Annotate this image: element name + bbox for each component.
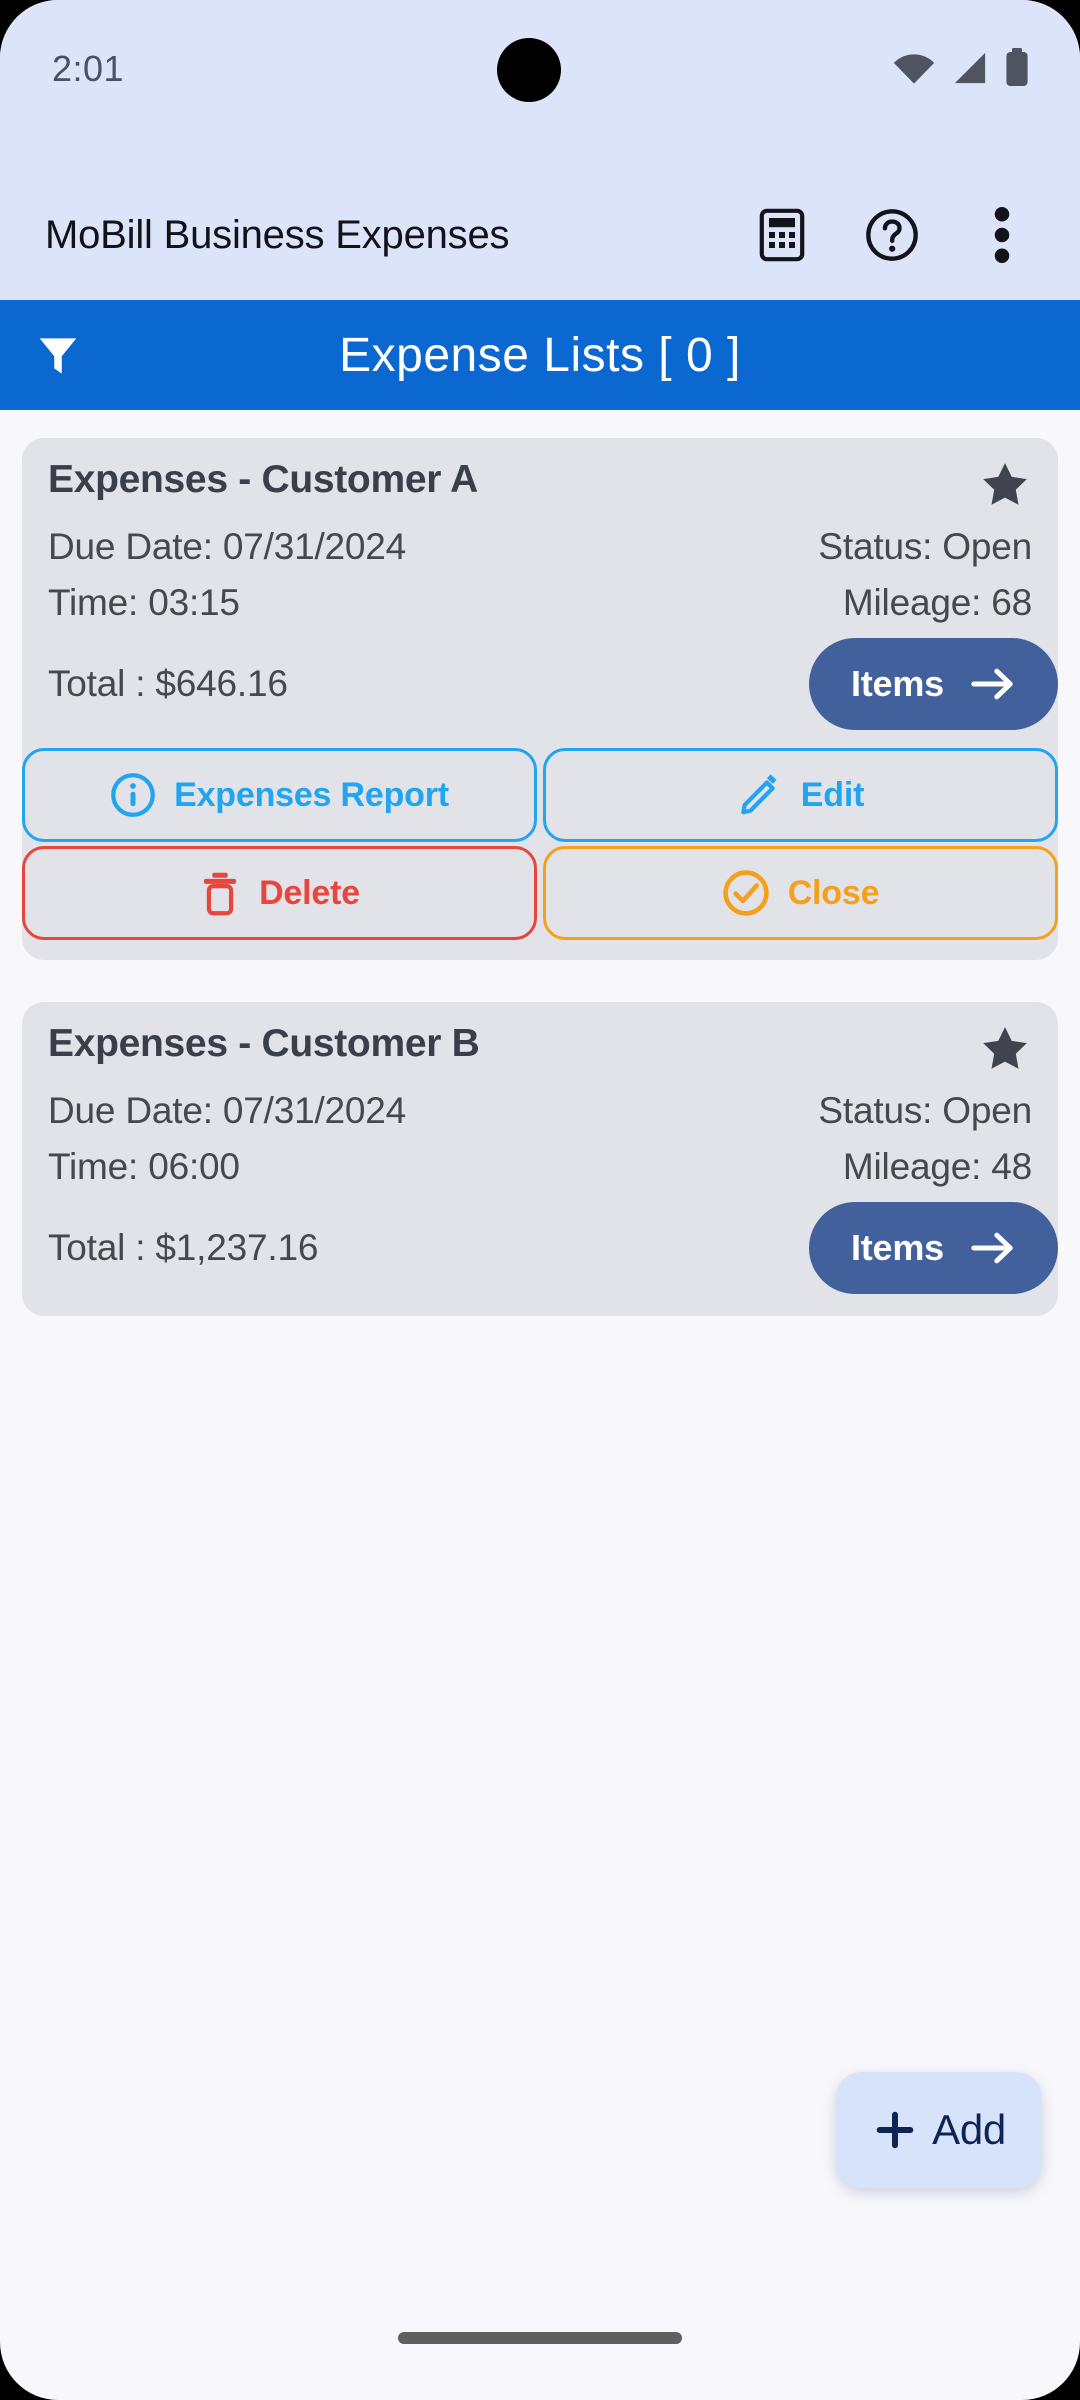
items-button-label: Items <box>850 1227 944 1268</box>
status-bar: 2:01 <box>0 0 1080 170</box>
expenses-report-label: Expenses Report <box>174 775 449 814</box>
expense-list-card[interactable]: Expenses - Customer A Due Date: 07/31/20… <box>22 438 1058 960</box>
expense-list-title: Expenses - Customer B <box>48 1022 480 1065</box>
star-icon <box>983 1027 1027 1069</box>
due-date-value: Due Date: 07/31/2024 <box>48 1090 407 1131</box>
overflow-menu-button[interactable] <box>972 205 1032 265</box>
mileage-value: Mileage: 68 <box>842 582 1032 623</box>
time-value: Time: 06:00 <box>48 1146 240 1187</box>
arrow-right-icon <box>971 668 1013 700</box>
edit-button[interactable]: Edit <box>543 748 1058 842</box>
close-label: Close <box>787 873 880 912</box>
card-header: Expenses - Customer B <box>48 1024 1032 1076</box>
info-circle-icon <box>111 773 155 817</box>
items-button-label: Items <box>850 663 944 704</box>
total-value: Total : $1,237.16 <box>48 1227 319 1268</box>
due-date-value: Due Date: 07/31/2024 <box>48 526 407 567</box>
expense-list-title: Expenses - Customer A <box>48 458 479 501</box>
total-value: Total : $646.16 <box>48 663 288 704</box>
time-mileage-row: Time: 03:15 Mileage: 68 <box>48 582 1032 624</box>
mileage-value: Mileage: 48 <box>842 1146 1032 1187</box>
total-items-row: Total : $646.16 Items <box>48 636 1058 732</box>
add-button[interactable]: Add <box>836 2072 1042 2188</box>
section-header: Expense Lists [ 0 ] <box>0 300 1080 410</box>
pencil-icon <box>740 774 777 815</box>
time-value: Time: 03:15 <box>48 582 240 623</box>
expense-list-card[interactable]: Expenses - Customer B Due Date: 07/31/20… <box>22 1002 1058 1316</box>
check-circle-icon <box>723 870 769 916</box>
status-bar-icons <box>892 48 1030 88</box>
filter-button[interactable] <box>18 315 98 395</box>
overflow-menu-icon <box>994 207 1010 263</box>
expenses-report-button[interactable]: Expenses Report <box>22 748 537 842</box>
delete-label: Delete <box>259 873 360 912</box>
delete-button[interactable]: Delete <box>22 846 537 940</box>
front-camera-punch-hole <box>497 38 561 102</box>
status-bar-clock: 2:01 <box>52 48 125 89</box>
app-title: MoBill Business Expenses <box>45 212 510 257</box>
items-button[interactable]: Items <box>808 638 1058 730</box>
items-button[interactable]: Items <box>808 1202 1058 1294</box>
battery-icon <box>1006 48 1028 86</box>
wifi-icon <box>893 54 935 84</box>
card-actions-row-1: Expenses Report Edit <box>22 748 1058 842</box>
cellular-signal-icon <box>954 52 986 84</box>
due-date-status-row: Due Date: 07/31/2024 Status: Open <box>48 1090 1032 1132</box>
plus-icon <box>876 2111 914 2149</box>
card-actions: Expenses Report Edit Delete Close <box>22 748 1058 940</box>
section-header-title: Expense Lists [ 0 ] <box>339 328 741 382</box>
edit-label: Edit <box>800 775 865 814</box>
trash-icon <box>204 872 237 916</box>
help-icon <box>866 209 918 261</box>
expense-list: Expenses - Customer A Due Date: 07/31/20… <box>0 410 1080 1316</box>
app-bar-actions <box>752 205 1032 265</box>
status-value: Status: Open <box>818 1090 1032 1131</box>
star-icon <box>983 463 1027 505</box>
favorite-star-button[interactable] <box>978 1022 1032 1076</box>
arrow-right-icon <box>971 1232 1013 1264</box>
add-button-label: Add <box>932 2106 1006 2153</box>
gesture-navigation-bar[interactable] <box>398 2332 682 2344</box>
filter-funnel-icon <box>39 338 77 374</box>
help-button[interactable] <box>862 205 922 265</box>
card-actions-row-2: Delete Close <box>22 846 1058 940</box>
card-header: Expenses - Customer A <box>48 460 1032 512</box>
favorite-star-button[interactable] <box>978 458 1032 512</box>
time-mileage-row: Time: 06:00 Mileage: 48 <box>48 1146 1032 1188</box>
due-date-status-row: Due Date: 07/31/2024 Status: Open <box>48 526 1032 568</box>
total-items-row: Total : $1,237.16 Items <box>48 1200 1058 1296</box>
phone-screen: 2:01 MoBill Business Expenses Expense Li… <box>0 0 1080 2400</box>
app-bar: MoBill Business Expenses <box>0 170 1080 300</box>
calculator-icon <box>759 208 805 262</box>
calculator-button[interactable] <box>752 205 812 265</box>
close-button[interactable]: Close <box>543 846 1058 940</box>
status-value: Status: Open <box>818 526 1032 567</box>
